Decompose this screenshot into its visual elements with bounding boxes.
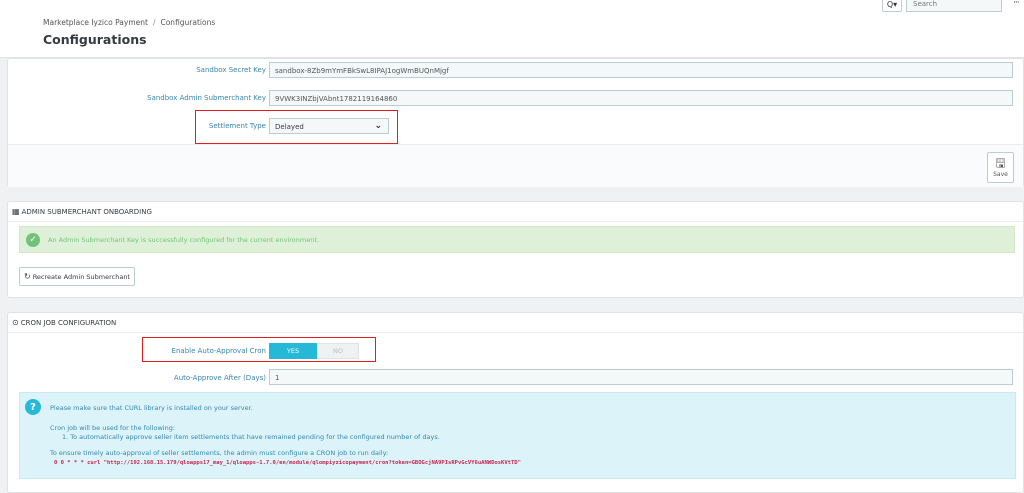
search-input[interactable]	[906, 0, 1002, 12]
sandbox-secret-key-label: Sandbox Secret Key	[196, 66, 266, 74]
refresh-icon: ↻	[24, 272, 31, 281]
recreate-admin-submerchant-button[interactable]: ↻ Recreate Admin Submerchant	[19, 267, 135, 286]
chevron-down-icon: ⌄	[374, 121, 382, 131]
admin-submerchant-heading-text: ADMIN SUBMERCHANT ONBOARDING	[21, 207, 152, 216]
cron-command-code[interactable]: 0 0 * * * curl "http://192.168.15.179/ql…	[54, 460, 521, 466]
sandbox-admin-submerchant-key-label: Sandbox Admin Submerchant Key	[147, 94, 266, 102]
cron-job-heading-text: CRON JOB CONFIGURATION	[20, 318, 117, 327]
cron-job-heading: ⊙ CRON JOB CONFIGURATION	[8, 313, 1023, 333]
breadcrumb-item-current: Configurations	[160, 18, 216, 27]
sandbox-admin-submerchant-key-field[interactable]: 9VWK3INZbjVAbnt1782119164860	[269, 90, 1013, 106]
auto-approval-toggle[interactable]: YES NO	[269, 343, 359, 359]
building-icon: ▦	[12, 207, 20, 216]
toggle-no-option[interactable]: NO	[317, 343, 359, 359]
recreate-admin-submerchant-label: Recreate Admin Submerchant	[32, 272, 130, 281]
info-cron-item-1: 1. To automatically approve seller item …	[62, 433, 440, 441]
sandbox-secret-key-field[interactable]: sandbox-8Zb9mYmFBkSwL8IPAJ1ogWmBUQnMjgf	[269, 62, 1013, 78]
settlement-type-select[interactable]: Delayed ⌄	[269, 118, 389, 134]
page-header: Marketplace Iyzico Payment / Configuration…	[0, 0, 1024, 58]
settlement-type-value: Delayed	[275, 123, 304, 131]
success-alert-text: An Admin Submerchant Key is successfully…	[48, 235, 319, 244]
cron-info-alert: ? Please make sure that CURL library is …	[19, 392, 1016, 479]
toggle-yes-option[interactable]: YES	[269, 343, 317, 359]
save-button[interactable]: 🖫 Save	[987, 152, 1014, 183]
floppy-disk-icon: 🖫	[995, 156, 1006, 170]
more-options-icon[interactable]: ···	[1013, 0, 1020, 8]
info-cron-instruction: To ensure timely auto-approval of seller…	[50, 449, 389, 457]
auto-approve-days-field[interactable]: 1	[269, 369, 1013, 385]
info-cron-usage: Cron job will be used for the following:	[50, 424, 176, 432]
check-circle-icon: ✓	[26, 232, 40, 247]
breadcrumb-separator: /	[152, 18, 156, 27]
search-area: Q▾	[882, 0, 1002, 12]
search-icon[interactable]: Q▾	[882, 0, 902, 12]
settings-panel: Sandbox Secret Key sandbox-8Zb9mYmFBkSwL…	[7, 58, 1024, 187]
save-button-label: Save	[993, 171, 1008, 178]
enable-auto-approval-cron-label: Enable Auto-Approval Cron	[171, 347, 266, 355]
question-circle-icon: ?	[25, 399, 41, 415]
info-curl-note: Please make sure that CURL library is in…	[50, 404, 253, 412]
settings-panel-footer: 🖫 Save	[8, 144, 1023, 187]
auto-approve-days-label: Auto-Approve After (Days)	[173, 374, 266, 382]
success-alert: ✓ An Admin Submerchant Key is successful…	[19, 226, 1015, 253]
settlement-type-label: Settlement Type	[208, 122, 266, 130]
breadcrumb: Marketplace Iyzico Payment / Configuration…	[43, 18, 215, 27]
breadcrumb-item-module[interactable]: Marketplace Iyzico Payment	[43, 18, 148, 27]
admin-submerchant-heading: ▦ ADMIN SUBMERCHANT ONBOARDING	[8, 202, 1023, 222]
admin-submerchant-panel: ▦ ADMIN SUBMERCHANT ONBOARDING ✓ An Admi…	[7, 201, 1024, 298]
cron-job-panel: ⊙ CRON JOB CONFIGURATION Enable Auto-App…	[7, 312, 1024, 493]
clock-icon: ⊙	[12, 318, 19, 327]
page-title: Configurations	[43, 32, 147, 47]
